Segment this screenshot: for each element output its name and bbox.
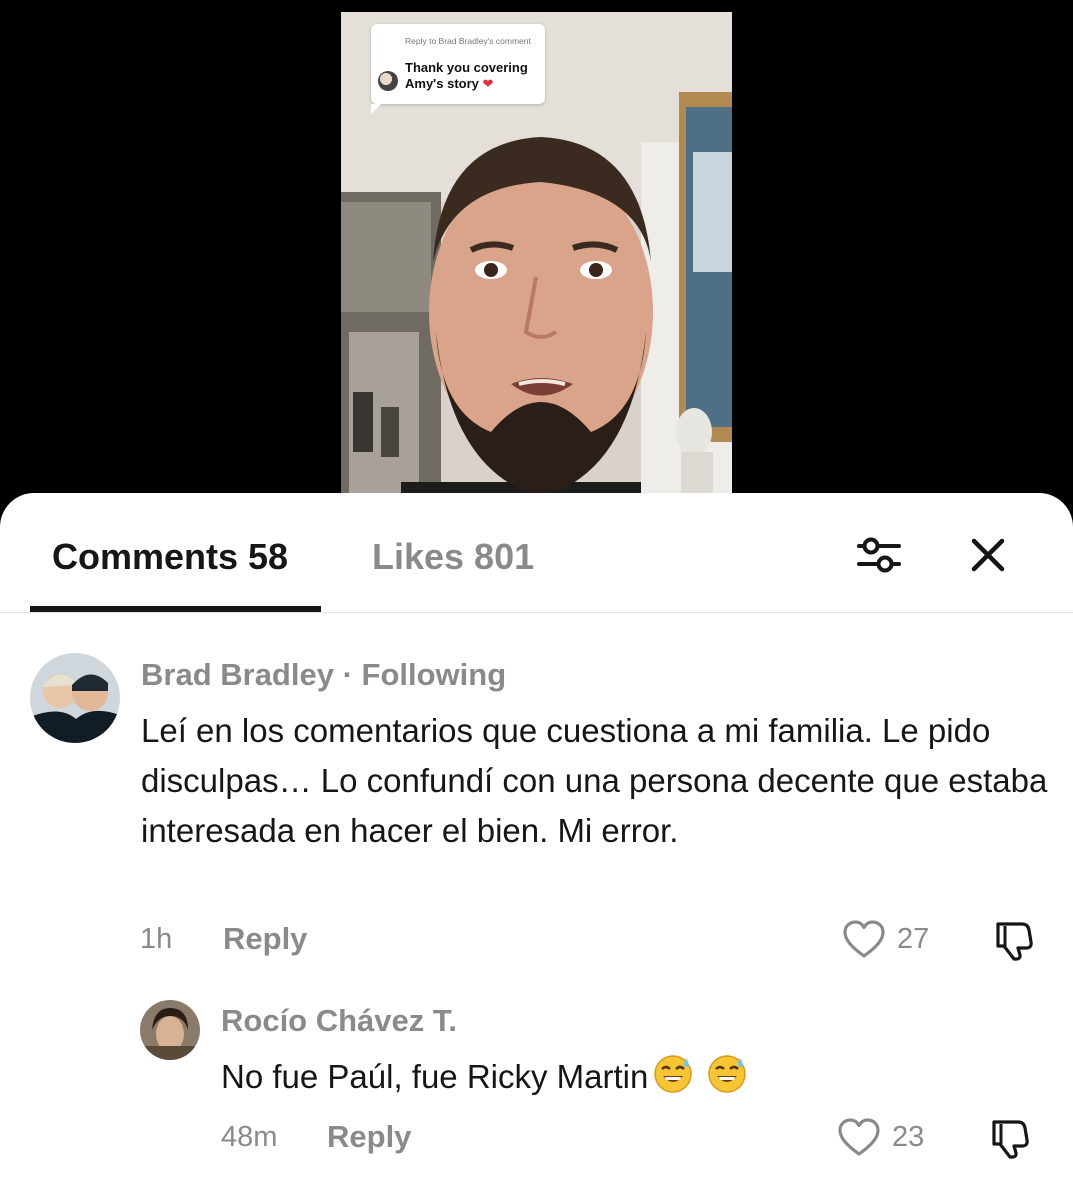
sweat-smile-emoji (654, 1055, 693, 1093)
reply-button[interactable]: Reply (327, 1119, 411, 1155)
heart-icon[interactable] (837, 1116, 881, 1160)
comment-text: No fue Paúl, fue Ricky Martin (221, 1058, 649, 1095)
tiktok-screen: Reply to Brad Bradley's comment Thank yo… (0, 0, 1073, 1200)
reply-to-label: Reply to Brad Bradley's comment (405, 36, 531, 46)
comment-username[interactable]: Rocío Chávez T. (221, 1002, 457, 1040)
avatar[interactable] (140, 1000, 200, 1060)
comment-timestamp: 48m (221, 1121, 278, 1153)
reply-sticker-text: Thank you covering Amy's story ❤ (405, 60, 543, 92)
red-heart-icon: ❤ (482, 76, 494, 91)
thumbs-down-icon[interactable] (988, 1116, 1032, 1160)
reply-avatar (378, 71, 398, 91)
reply-comment-sticker: Reply to Brad Bradley's comment Thank yo… (371, 24, 545, 114)
comments-sheet: Comments 58 Likes 801 Brad Bradley · Fol… (0, 493, 1073, 1200)
reply-comment-item: Rocío Chávez T. No fue Paúl, fue Ricky M… (0, 493, 1073, 1200)
reply-sticker-message: Thank you covering Amy's story (405, 60, 528, 91)
video-player[interactable]: Reply to Brad Bradley's comment Thank yo… (341, 12, 732, 502)
comment-text-line: No fue Paúl, fue Ricky Martin (221, 1052, 1041, 1102)
sweat-smile-emoji (708, 1055, 747, 1093)
like-count: 23 (892, 1121, 925, 1153)
